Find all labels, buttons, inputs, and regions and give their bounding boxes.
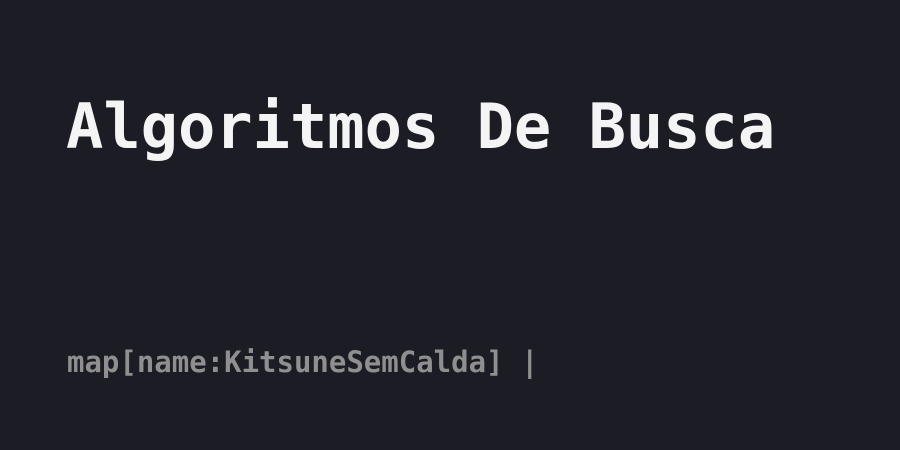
author-meta: map[name:KitsuneSemCalda] | [67,345,539,379]
social-card: Algoritmos De Busca map[name:KitsuneSemC… [0,0,900,450]
post-title: Algoritmos De Busca [66,90,776,163]
